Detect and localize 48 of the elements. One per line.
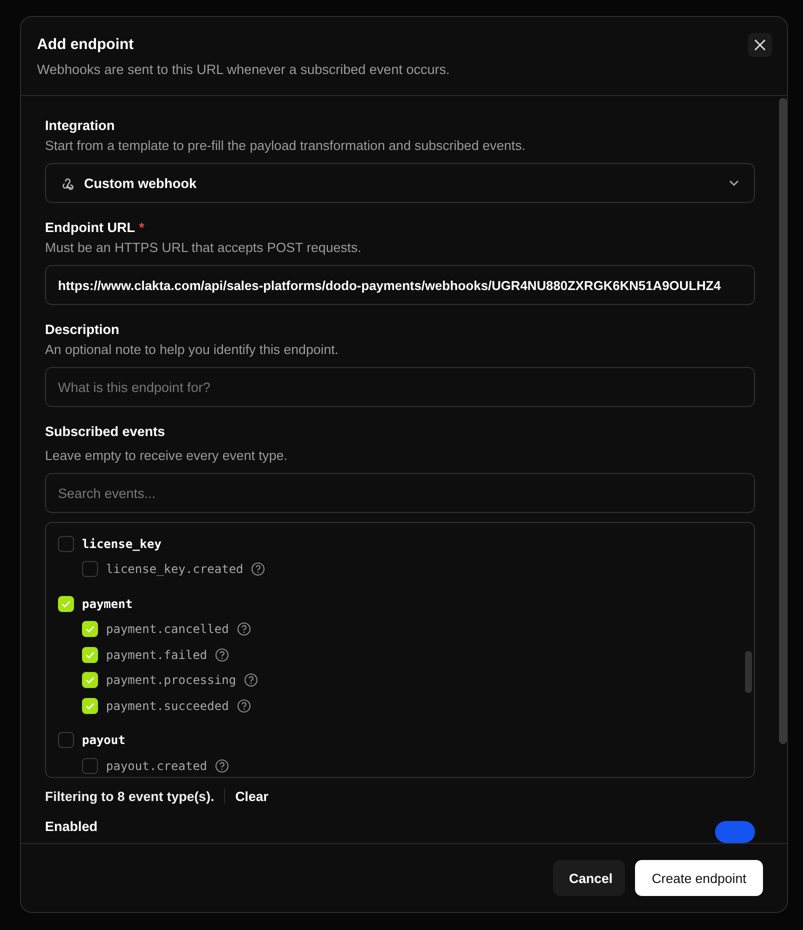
checkbox[interactable] xyxy=(58,536,74,552)
check-icon xyxy=(84,674,96,686)
clear-button[interactable]: Clear xyxy=(235,788,268,804)
help-icon[interactable] xyxy=(236,698,251,713)
help-text: An optional note to help you identify this endpoint. xyxy=(45,342,340,357)
event-name: payment.failed xyxy=(106,648,208,662)
field-label: Endpoint URL xyxy=(45,220,135,235)
event-name: payment.cancelled xyxy=(106,622,229,636)
webhook-icon xyxy=(60,176,75,190)
help-icon[interactable] xyxy=(215,758,230,773)
integration-select[interactable]: Custom webhook xyxy=(45,163,755,203)
event-name: payment.processing xyxy=(106,673,236,688)
enabled-toggle[interactable] xyxy=(715,821,755,843)
event-name: license_key.created xyxy=(106,562,244,576)
event-name: payout.created xyxy=(106,758,208,773)
event-group-name: payout xyxy=(82,733,126,748)
scrollbar-thumb[interactable] xyxy=(779,98,787,744)
close-icon xyxy=(754,39,766,51)
field-label: Description xyxy=(45,322,120,337)
help-icon[interactable] xyxy=(236,622,251,636)
help-icon[interactable] xyxy=(251,562,266,576)
dialog-subtitle: Webhooks are sent to this URL whenever a subscribed event occurs. xyxy=(37,62,450,77)
close-button[interactable] xyxy=(748,33,772,57)
filter-note: Filtering to 8 event type(s). xyxy=(45,788,214,804)
search-field[interactable]: Search events... xyxy=(45,473,755,513)
check-icon xyxy=(84,623,96,636)
checkbox[interactable] xyxy=(58,732,74,748)
description-field[interactable]: What is this endpoint for? xyxy=(45,367,755,407)
chevron-down-icon xyxy=(728,179,740,187)
checkbox[interactable] xyxy=(82,561,98,578)
checkbox[interactable] xyxy=(82,758,98,774)
event-group-name: license_key xyxy=(82,536,162,551)
help-text: Leave empty to receive every event type. xyxy=(45,448,288,463)
field-label: Integration xyxy=(45,118,116,133)
scrollbar-thumb[interactable] xyxy=(745,651,752,693)
required-mark: * xyxy=(138,220,144,235)
event-group-name: payment xyxy=(82,596,133,611)
cancel-button[interactable]: Cancel xyxy=(553,860,625,896)
event-name: payment.succeeded xyxy=(106,698,229,713)
field-label: Enabled xyxy=(45,819,98,834)
url-field[interactable]: https://www.clakta.com/api/sales-platforms/dodo-payments/webhooks/UGR4NU880ZXRGK6KN51A9OULHZ4 xyxy=(45,265,755,305)
help-text: Start from a template to pre-fill the payload transformation and subscribed events. xyxy=(45,138,526,153)
field-label: Subscribed events xyxy=(45,424,166,439)
help-icon[interactable] xyxy=(215,648,230,662)
dialog-title: Add endpoint xyxy=(37,36,135,53)
create-button[interactable]: Create endpoint xyxy=(635,860,763,896)
help-icon[interactable] xyxy=(244,673,258,688)
help-text: Must be an HTTPS URL that accepts POST requests. xyxy=(45,240,362,255)
